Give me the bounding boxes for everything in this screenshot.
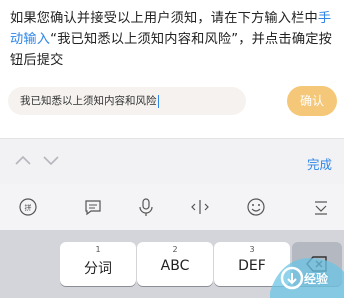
confirm-button[interactable]: 确认 xyxy=(287,86,337,116)
svg-text:拼: 拼 xyxy=(25,203,32,212)
chat-icon[interactable] xyxy=(82,196,104,218)
text-caret xyxy=(157,94,159,108)
keyboard: 1 分词 2 ABC 3 DEF xyxy=(0,230,344,298)
hide-keyboard-icon[interactable] xyxy=(310,196,332,218)
key-number: 3 xyxy=(249,245,255,254)
chevron-down-icon[interactable] xyxy=(42,153,60,167)
emoji-icon[interactable] xyxy=(245,196,267,218)
key-number: 1 xyxy=(95,245,101,254)
key-2[interactable]: 2 ABC xyxy=(137,242,213,286)
keyboard-switch-icon[interactable]: 拼 xyxy=(17,196,39,218)
input-value: 我已知悉以上须知内容和风险 xyxy=(20,95,157,107)
watermark-text: 经验 xyxy=(304,272,329,286)
cursor-move-icon[interactable] xyxy=(189,196,211,218)
chevron-up-icon[interactable] xyxy=(14,153,32,167)
input-value-wrap: 我已知悉以上须知内容和风险 xyxy=(20,93,159,108)
instruction-part2: “我已知悉以上须知内容和风险”，并点击确定按钮后提交 xyxy=(10,32,332,68)
input-accessory-toolbar: 完成 xyxy=(0,138,344,185)
instruction-part1: 如果您确认并接受以上用户须知，请在下方输入栏中 xyxy=(10,11,318,26)
instruction-text: 如果您确认并接受以上用户须知，请在下方输入栏中手动输入“我已知悉以上须知内容和风… xyxy=(10,8,336,71)
key-label: DEF xyxy=(238,258,266,274)
done-button[interactable]: 完成 xyxy=(307,154,332,173)
key-label: ABC xyxy=(160,258,190,274)
keyboard-quick-bar: 拼 xyxy=(0,184,344,230)
key-3[interactable]: 3 DEF xyxy=(214,242,290,286)
spacer xyxy=(0,124,344,138)
key-number: 2 xyxy=(172,245,178,254)
key-label: 分词 xyxy=(84,261,112,277)
input-row: 我已知悉以上须知内容和风险 确认 xyxy=(0,84,344,118)
key-1[interactable]: 1 分词 xyxy=(60,242,136,286)
confirmation-input[interactable]: 我已知悉以上须知内容和风险 xyxy=(8,87,246,115)
microphone-icon[interactable] xyxy=(135,196,157,218)
